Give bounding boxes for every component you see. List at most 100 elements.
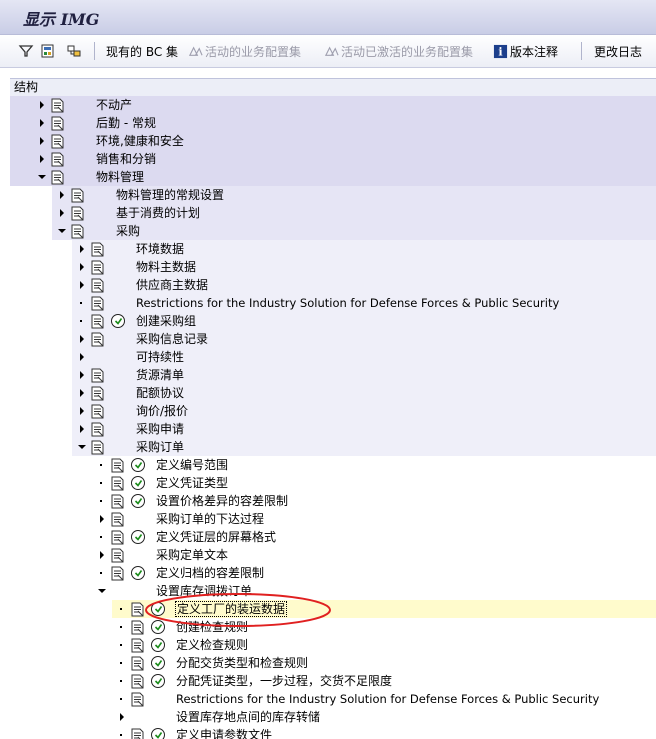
tree-node[interactable]: 后勤 - 常规 bbox=[10, 114, 656, 132]
documentation-icon[interactable] bbox=[90, 296, 105, 311]
tree-node-label[interactable]: 采购申请 bbox=[136, 420, 184, 438]
documentation-icon[interactable] bbox=[90, 440, 105, 455]
execute-activity-icon[interactable] bbox=[150, 619, 166, 635]
documentation-icon[interactable] bbox=[50, 170, 65, 185]
tree-node-label[interactable]: 定义凭证类型 bbox=[156, 474, 228, 492]
collapse-arrow-icon[interactable] bbox=[38, 168, 48, 186]
documentation-icon[interactable] bbox=[70, 188, 85, 203]
tree-node[interactable]: 配额协议 bbox=[10, 384, 656, 402]
documentation-icon[interactable] bbox=[130, 728, 145, 739]
expand-arrow-icon[interactable] bbox=[78, 240, 88, 258]
expand-arrow-icon[interactable] bbox=[38, 132, 48, 150]
tree-node-label[interactable]: 采购订单的下达过程 bbox=[156, 510, 264, 528]
tree-node[interactable]: 询价/报价 bbox=[10, 402, 656, 420]
tree-node[interactable]: 基于消费的计划 bbox=[10, 204, 656, 222]
expand-arrow-icon[interactable] bbox=[78, 420, 88, 438]
tree-node[interactable]: 定义申请参数文件 bbox=[10, 726, 656, 739]
tree-node[interactable]: Restrictions for the Industry Solution f… bbox=[10, 294, 656, 312]
collapse-arrow-icon[interactable] bbox=[78, 438, 88, 456]
tree-node-label[interactable]: 物料主数据 bbox=[136, 258, 196, 276]
tree-node-label[interactable]: 设置库存地点间的库存转储 bbox=[176, 708, 320, 726]
expand-arrow-icon[interactable] bbox=[98, 510, 108, 528]
tree-node[interactable]: 定义检查规则 bbox=[10, 636, 656, 654]
execute-activity-icon[interactable] bbox=[130, 457, 146, 473]
tree-node-label[interactable]: 基于消费的计划 bbox=[116, 204, 200, 222]
tree-node-label[interactable]: 设置价格差异的容差限制 bbox=[156, 492, 288, 510]
tree-node-label[interactable]: 供应商主数据 bbox=[136, 276, 208, 294]
tree-node-label[interactable]: 询价/报价 bbox=[136, 402, 188, 420]
tree-node-label[interactable]: 采购订单 bbox=[136, 438, 184, 456]
tree-node[interactable]: 环境数据 bbox=[10, 240, 656, 258]
documentation-icon[interactable] bbox=[50, 116, 65, 131]
documentation-icon[interactable] bbox=[90, 386, 105, 401]
tree-node[interactable]: 定义归档的容差限制 bbox=[10, 564, 656, 582]
tree-node-label[interactable]: Restrictions for the Industry Solution f… bbox=[176, 690, 599, 708]
expand-arrow-icon[interactable] bbox=[58, 186, 68, 204]
tree-node[interactable]: 物料管理 bbox=[10, 168, 656, 186]
execute-activity-icon[interactable] bbox=[150, 655, 166, 671]
hierarchy-icon[interactable] bbox=[66, 35, 82, 67]
filter-icon[interactable] bbox=[18, 35, 34, 67]
tree-node[interactable]: 物料主数据 bbox=[10, 258, 656, 276]
execute-activity-icon[interactable] bbox=[150, 673, 166, 689]
tree-node-label[interactable]: 定义检查规则 bbox=[176, 636, 248, 654]
tree-node-label[interactable]: 定义编号范围 bbox=[156, 456, 228, 474]
documentation-icon[interactable] bbox=[130, 674, 145, 689]
expand-arrow-icon[interactable] bbox=[38, 114, 48, 132]
documentation-icon[interactable] bbox=[130, 620, 145, 635]
tree-node-label[interactable]: 配额协议 bbox=[136, 384, 184, 402]
documentation-icon[interactable] bbox=[90, 278, 105, 293]
tree-node[interactable]: 采购申请 bbox=[10, 420, 656, 438]
documentation-icon[interactable] bbox=[110, 530, 125, 545]
tree-node-label[interactable]: 分配凭证类型，一步过程，交货不足限度 bbox=[176, 672, 392, 690]
tree-node-label[interactable]: 不动产 bbox=[96, 96, 132, 114]
execute-activity-icon[interactable] bbox=[150, 727, 166, 739]
tree-node-label[interactable]: Restrictions for the Industry Solution f… bbox=[136, 294, 559, 312]
tree-node[interactable]: 设置库存地点间的库存转储 bbox=[10, 708, 656, 726]
tree-node[interactable]: 分配凭证类型，一步过程，交货不足限度 bbox=[10, 672, 656, 690]
tree-node[interactable]: 可持续性 bbox=[10, 348, 656, 366]
expand-arrow-icon[interactable] bbox=[118, 708, 128, 726]
documentation-icon[interactable] bbox=[110, 476, 125, 491]
tree-node-label[interactable]: 定义归档的容差限制 bbox=[156, 564, 264, 582]
documentation-icon[interactable] bbox=[110, 548, 125, 563]
tree-node[interactable]: 定义凭证层的屏幕格式 bbox=[10, 528, 656, 546]
expand-arrow-icon[interactable] bbox=[78, 366, 88, 384]
existing-bc-sets-button[interactable]: 现有的 BC 集 bbox=[106, 35, 178, 67]
documentation-icon[interactable] bbox=[90, 260, 105, 275]
tree-node[interactable]: 定义工厂的装运数据 bbox=[10, 600, 656, 618]
tree-node[interactable]: 供应商主数据 bbox=[10, 276, 656, 294]
expand-arrow-icon[interactable] bbox=[78, 384, 88, 402]
documentation-icon[interactable] bbox=[90, 332, 105, 347]
tree-node-label[interactable]: 设置库存调拨订单 bbox=[156, 582, 252, 600]
documentation-icon[interactable] bbox=[130, 656, 145, 671]
expand-arrow-icon[interactable] bbox=[78, 348, 88, 366]
tree-node[interactable]: 设置库存调拨订单 bbox=[10, 582, 656, 600]
tree-node[interactable]: 采购订单 bbox=[10, 438, 656, 456]
expand-arrow-icon[interactable] bbox=[78, 402, 88, 420]
documentation-icon[interactable] bbox=[50, 134, 65, 149]
tree-node-label[interactable]: 环境,健康和安全 bbox=[96, 132, 184, 150]
active-bc-sets-button[interactable]: 活动的业务配置集 bbox=[188, 35, 301, 67]
expand-arrow-icon[interactable] bbox=[38, 150, 48, 168]
expand-arrow-icon[interactable] bbox=[58, 204, 68, 222]
tree-node-label[interactable]: 分配交货类型和检查规则 bbox=[176, 654, 308, 672]
collapse-arrow-icon[interactable] bbox=[98, 582, 108, 600]
document-grid-icon[interactable] bbox=[40, 35, 56, 67]
expand-arrow-icon[interactable] bbox=[98, 546, 108, 564]
expand-arrow-icon[interactable] bbox=[78, 330, 88, 348]
tree-node-label[interactable]: 创建采购组 bbox=[136, 312, 196, 330]
tree-node[interactable]: 环境,健康和安全 bbox=[10, 132, 656, 150]
execute-activity-icon[interactable] bbox=[130, 529, 146, 545]
tree-node[interactable]: 定义编号范围 bbox=[10, 456, 656, 474]
tree-node-label[interactable]: 采购 bbox=[116, 222, 140, 240]
tree-node-label[interactable]: 环境数据 bbox=[136, 240, 184, 258]
tree-node-label[interactable]: 采购信息记录 bbox=[136, 330, 208, 348]
tree-node-label[interactable]: 定义工厂的装运数据 bbox=[174, 600, 288, 618]
expand-arrow-icon[interactable] bbox=[78, 258, 88, 276]
documentation-icon[interactable] bbox=[110, 512, 125, 527]
expand-arrow-icon[interactable] bbox=[78, 276, 88, 294]
tree-node[interactable]: 不动产 bbox=[10, 96, 656, 114]
documentation-icon[interactable] bbox=[90, 404, 105, 419]
tree-node[interactable]: 设置价格差异的容差限制 bbox=[10, 492, 656, 510]
